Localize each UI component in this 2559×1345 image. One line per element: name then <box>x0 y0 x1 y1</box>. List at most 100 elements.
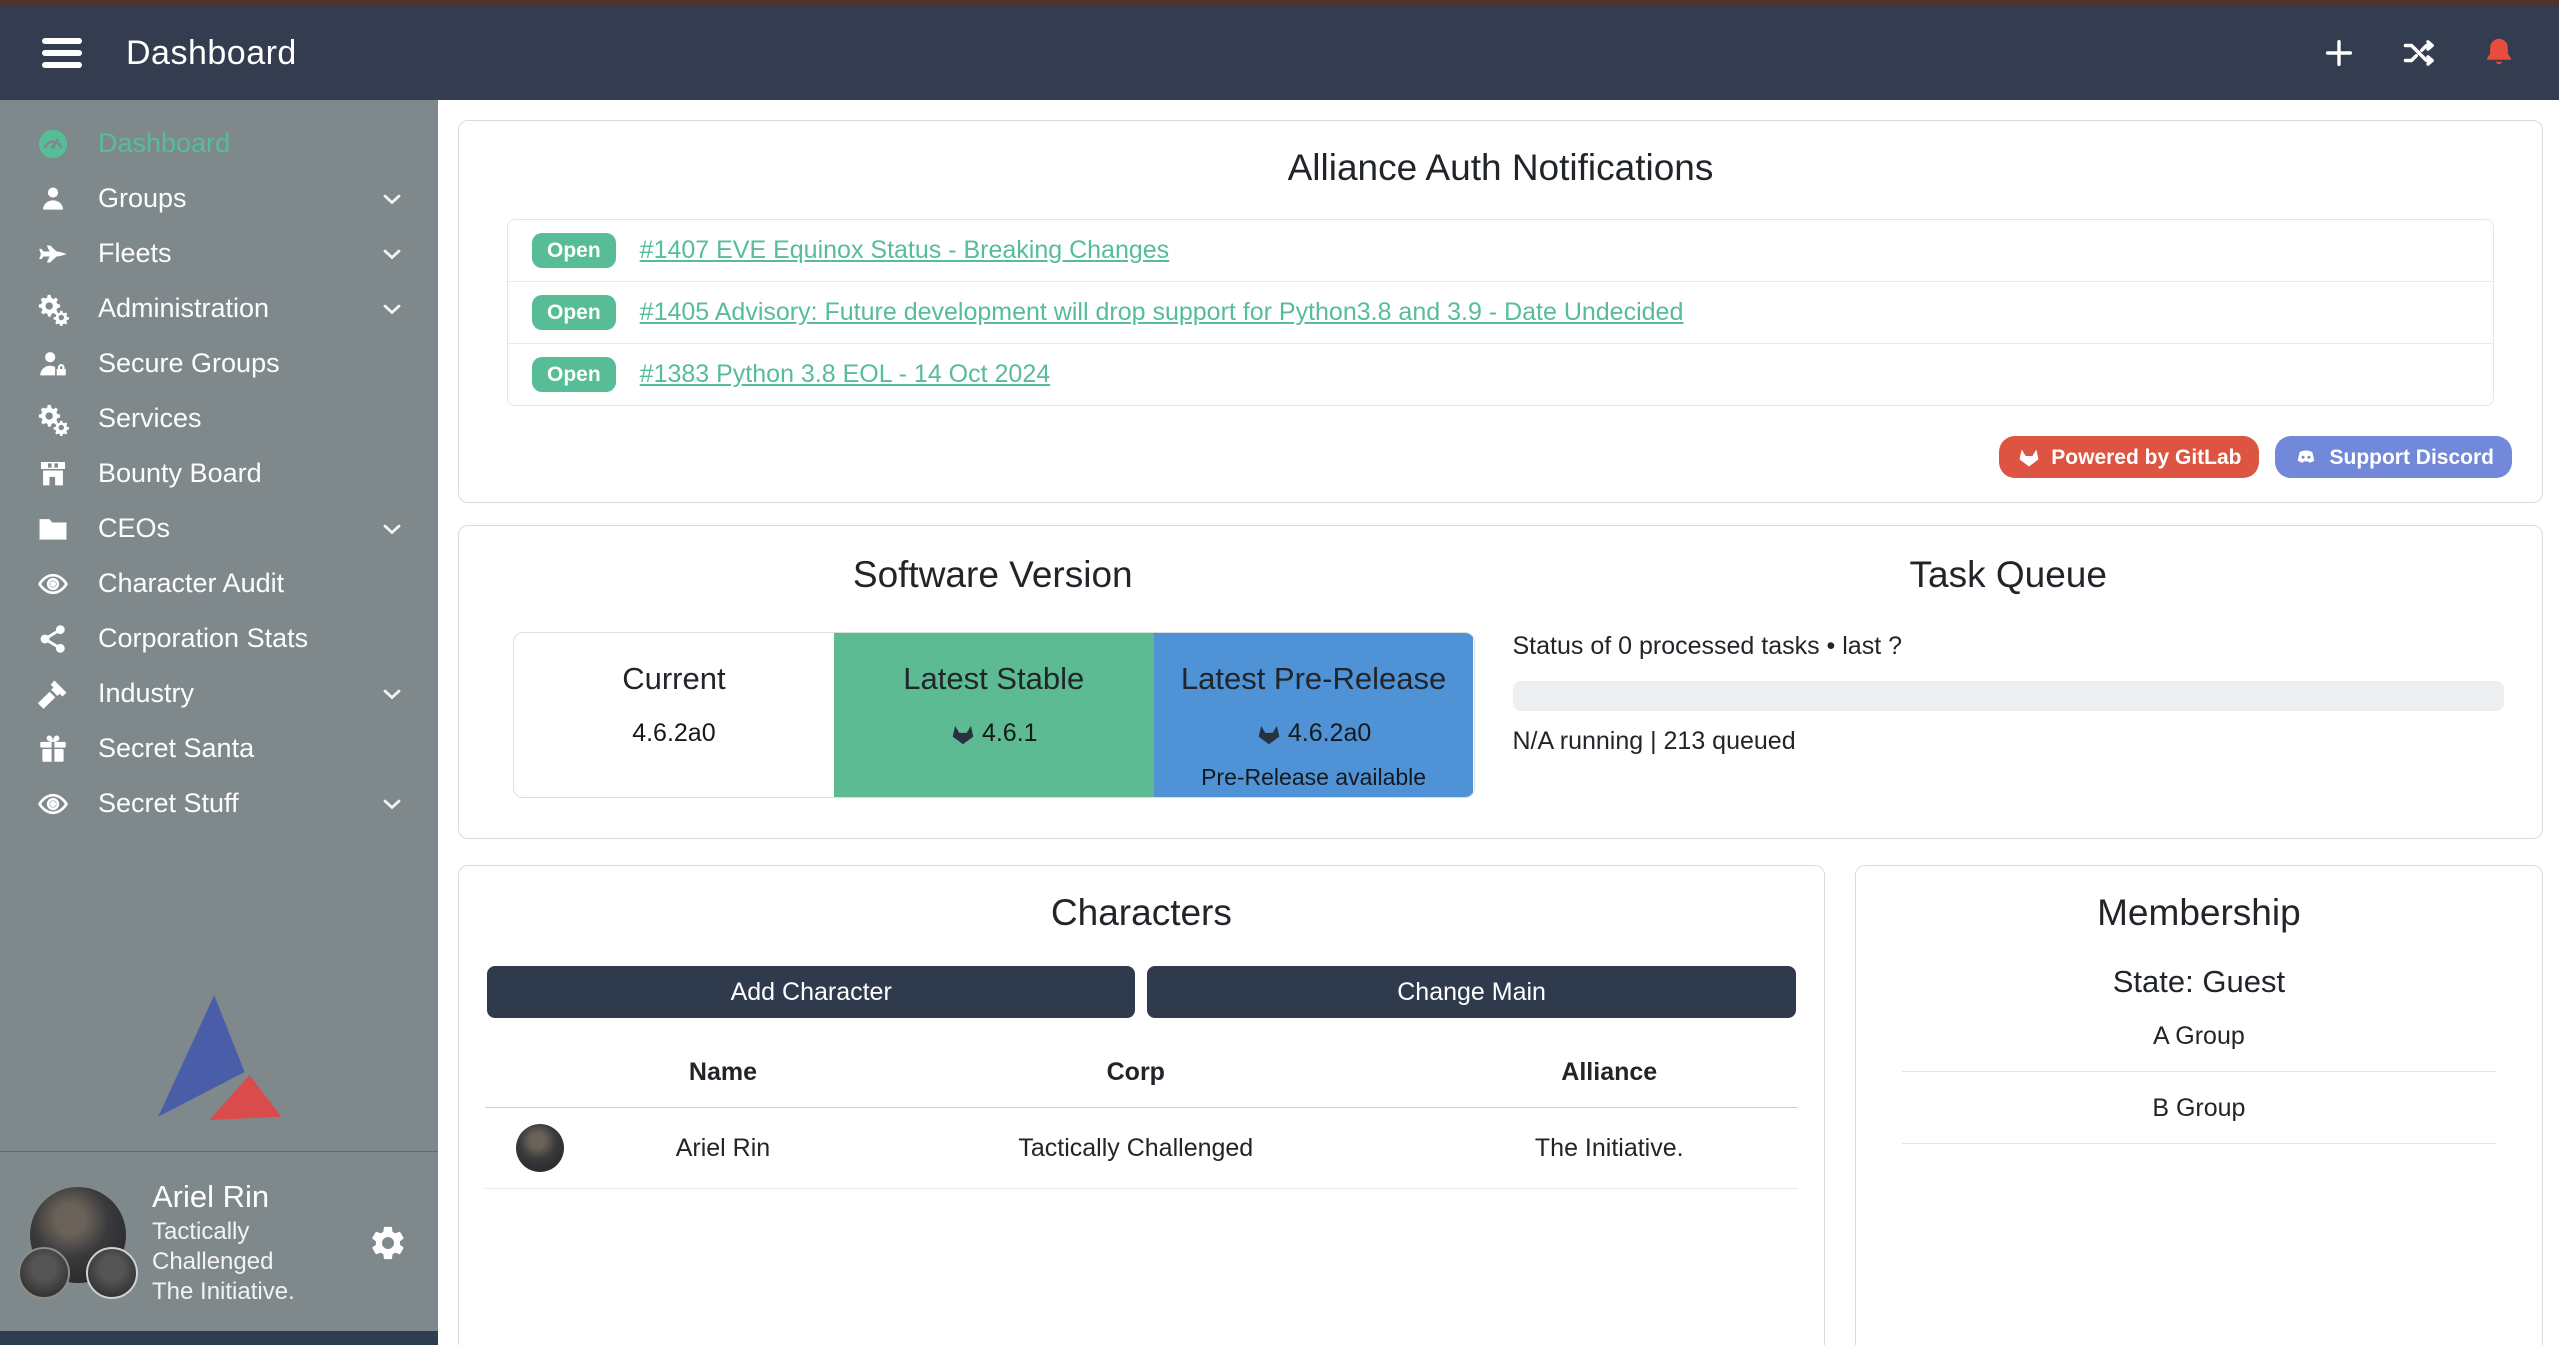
store-icon <box>32 457 74 491</box>
character-corp: Tactically Challenged <box>851 1108 1421 1189</box>
character-name: Ariel Rin <box>595 1108 851 1189</box>
change-main-button[interactable]: Change Main <box>1147 966 1795 1018</box>
discord-badge[interactable]: Support Discord <box>2275 436 2512 478</box>
sidebar-item-services[interactable]: Services <box>0 391 438 446</box>
sidebar-item-administration[interactable]: Administration <box>0 281 438 336</box>
alliance-auth-logo <box>0 991 438 1151</box>
status-badge: Open <box>532 357 616 392</box>
task-queue-status: Status of 0 processed tasks • last ? <box>1513 632 2517 661</box>
notification-link[interactable]: #1405 Advisory: Future development will … <box>640 298 1684 327</box>
user-icon <box>32 183 74 215</box>
column-header-alliance: Alliance <box>1421 1038 1798 1108</box>
version-prerelease-value: 4.6.2a0 <box>1288 719 1371 748</box>
version-stable-label: Latest Stable <box>834 661 1154 697</box>
membership-panel: Membership State: Guest A Group B Group <box>1855 865 2543 1345</box>
user-corp: Tactically Challenged <box>152 1217 368 1277</box>
table-row: Ariel Rin Tactically Challenged The Init… <box>485 1108 1798 1189</box>
chevron-down-icon <box>378 790 406 818</box>
hammer-icon <box>32 677 74 711</box>
version-prerelease: Latest Pre-Release 4.6.2a0 Pre-Release a… <box>1154 633 1474 797</box>
gitlab-tanuki-icon <box>950 721 976 747</box>
column-header-avatar <box>485 1038 595 1108</box>
characters-table: Name Corp Alliance Ariel Rin Tactically … <box>485 1038 1798 1189</box>
main-content: Alliance Auth Notifications Open #1407 E… <box>438 100 2559 1345</box>
version-current-value: 4.6.2a0 <box>514 719 834 748</box>
character-portrait <box>516 1124 564 1172</box>
corp-logo <box>18 1247 70 1299</box>
gitlab-badge[interactable]: Powered by GitLab <box>1999 436 2259 478</box>
version-box: Current 4.6.2a0 Latest Stable 4.6.1 Late… <box>513 632 1475 798</box>
jet-icon <box>32 237 74 271</box>
column-header-name: Name <box>595 1038 851 1108</box>
sidebar-item-secure-groups[interactable]: Secure Groups <box>0 336 438 391</box>
user-lock-icon <box>32 347 74 381</box>
sidebar-item-groups[interactable]: Groups <box>0 171 438 226</box>
page-title: Dashboard <box>126 34 297 73</box>
gitlab-tanuki-icon <box>2017 445 2041 469</box>
list-item: B Group <box>1902 1072 2496 1144</box>
sidebar-item-secret-stuff[interactable]: Secret Stuff <box>0 776 438 831</box>
sidebar-item-label: CEOs <box>98 513 170 544</box>
user-alliance: The Initiative. <box>152 1277 368 1307</box>
settings-gear-icon[interactable] <box>368 1223 408 1263</box>
chevron-down-icon <box>378 185 406 213</box>
list-item: A Group <box>1902 1000 2496 1072</box>
add-character-button[interactable]: Add Character <box>487 966 1135 1018</box>
task-queue-counts: N/A running | 213 queued <box>1513 727 2517 756</box>
notification-link[interactable]: #1383 Python 3.8 EOL - 14 Oct 2024 <box>640 360 1050 389</box>
share-icon <box>32 623 74 655</box>
sidebar-item-bounty-board[interactable]: Bounty Board <box>0 446 438 501</box>
chevron-down-icon <box>378 680 406 708</box>
version-prerelease-label: Latest Pre-Release <box>1154 661 1474 697</box>
sidebar-user-panel[interactable]: Ariel Rin Tactically Challenged The Init… <box>0 1151 438 1331</box>
sidebar-item-character-audit[interactable]: Character Audit <box>0 556 438 611</box>
discord-badge-label: Support Discord <box>2329 447 2494 468</box>
version-stable-value: 4.6.1 <box>982 719 1038 748</box>
top-navbar: Dashboard <box>0 6 2559 100</box>
sidebar-item-ceos[interactable]: CEOs <box>0 501 438 556</box>
membership-title: Membership <box>1882 892 2516 934</box>
task-queue-section: Task Queue Status of 0 processed tasks •… <box>1501 554 2517 798</box>
sidebar-item-corporation-stats[interactable]: Corporation Stats <box>0 611 438 666</box>
sidebar-item-industry[interactable]: Industry <box>0 666 438 721</box>
gift-icon <box>32 732 74 766</box>
gears-icon <box>32 402 74 436</box>
sidebar-item-fleets[interactable]: Fleets <box>0 226 438 281</box>
notification-item: Open #1405 Advisory: Future development … <box>508 282 2493 344</box>
sidebar-item-label: Services <box>98 403 202 434</box>
gauge-icon <box>32 127 74 161</box>
characters-panel: Characters Add Character Change Main Nam… <box>458 865 1825 1345</box>
add-character-icon[interactable] <box>2321 35 2357 71</box>
menu-toggle-button[interactable] <box>42 38 82 68</box>
alliance-logo <box>86 1247 138 1299</box>
folder-icon <box>32 512 74 546</box>
notifications-list: Open #1407 EVE Equinox Status - Breaking… <box>507 219 2494 406</box>
characters-title: Characters <box>485 892 1798 934</box>
bell-icon[interactable] <box>2481 35 2517 71</box>
column-header-corp: Corp <box>851 1038 1421 1108</box>
sidebar-item-dashboard[interactable]: Dashboard <box>0 116 438 171</box>
sidebar-item-secret-santa[interactable]: Secret Santa <box>0 721 438 776</box>
status-badge: Open <box>532 233 616 268</box>
task-queue-progressbar <box>1513 681 2505 711</box>
sidebar-bottom-strip <box>0 1331 438 1345</box>
notification-item: Open #1383 Python 3.8 EOL - 14 Oct 2024 <box>508 344 2493 405</box>
sidebar-item-label: Character Audit <box>98 568 284 599</box>
task-queue-title: Task Queue <box>1501 554 2517 596</box>
sidebar: Dashboard Groups Fleets <box>0 100 438 1345</box>
gitlab-tanuki-icon <box>1256 721 1282 747</box>
sidebar-item-label: Dashboard <box>98 128 230 159</box>
membership-state: State: Guest <box>1882 964 2516 1000</box>
chevron-down-icon <box>378 295 406 323</box>
notification-item: Open #1407 EVE Equinox Status - Breaking… <box>508 220 2493 282</box>
status-badge: Open <box>532 295 616 330</box>
version-current: Current 4.6.2a0 <box>514 633 834 797</box>
sidebar-item-label: Secret Stuff <box>98 788 239 819</box>
notification-link[interactable]: #1407 EVE Equinox Status - Breaking Chan… <box>640 236 1170 265</box>
sidebar-item-label: Fleets <box>98 238 172 269</box>
sidebar-item-label: Corporation Stats <box>98 623 308 654</box>
shuffle-icon[interactable] <box>2401 35 2437 71</box>
notifications-panel: Alliance Auth Notifications Open #1407 E… <box>458 120 2543 503</box>
software-version-title: Software Version <box>485 554 1501 596</box>
software-version-section: Software Version Current 4.6.2a0 Latest … <box>485 554 1501 798</box>
